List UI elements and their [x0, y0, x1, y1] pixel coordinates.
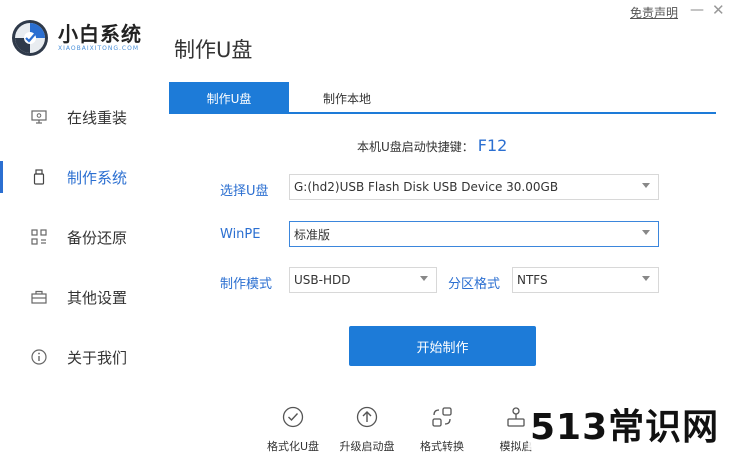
usb-select-label: 选择U盘	[220, 184, 269, 199]
usb-select-value: G:(hd2)USB Flash Disk USB Device 30.00GB	[294, 180, 559, 194]
brand-subtitle: XIAOBAIXITONG.COM	[58, 45, 139, 52]
disclaimer-link[interactable]: 免责声明	[630, 4, 678, 21]
tab-bar: 制作U盘 制作本地	[169, 82, 716, 114]
hotkey-key: F12	[477, 136, 508, 155]
winpe-select-value: 标准版	[294, 227, 331, 242]
usb-select[interactable]: G:(hd2)USB Flash Disk USB Device 30.00GB	[289, 174, 659, 200]
backup-grid-icon	[30, 228, 48, 246]
upgrade-bootdisk-tool[interactable]: 升级启动盘	[332, 406, 402, 454]
partition-label: 分区格式	[448, 277, 501, 292]
brand-name: 小白系统	[58, 22, 142, 46]
winpe-select[interactable]: 标准版	[289, 221, 659, 247]
tool-label: 升级启动盘	[339, 440, 395, 453]
partition-select[interactable]: NTFS	[512, 267, 659, 293]
tool-label: 格式化U盘	[266, 440, 320, 453]
check-circle-icon	[282, 406, 304, 428]
sidebar-item-label: 制作系统	[67, 168, 128, 187]
minimize-button[interactable]: —	[690, 2, 704, 18]
convert-icon	[432, 407, 452, 427]
tool-label: 格式转换	[420, 440, 464, 453]
hotkey-info: 本机U盘启动快捷键： F12	[357, 136, 507, 155]
partition-select-value: NTFS	[517, 273, 548, 287]
chevron-down-icon	[420, 276, 428, 281]
toolbox-icon	[30, 288, 48, 306]
mode-label: 制作模式	[220, 277, 273, 292]
chevron-down-icon	[642, 183, 650, 188]
winpe-label: WinPE	[220, 227, 261, 242]
sidebar-item-backup-restore[interactable]: 备份还原	[0, 217, 170, 257]
hotkey-text: 本机U盘启动快捷键：	[357, 140, 474, 154]
page-title: 制作U盘	[174, 38, 253, 62]
sidebar-item-online-reinstall[interactable]: 在线重装	[0, 97, 170, 137]
sidebar-item-label: 备份还原	[67, 228, 128, 247]
mode-select[interactable]: USB-HDD	[289, 267, 437, 293]
app-logo-icon	[12, 20, 48, 56]
info-icon	[30, 348, 48, 366]
sidebar-item-label: 关于我们	[67, 348, 128, 367]
chevron-down-icon	[642, 276, 650, 281]
upgrade-arrow-icon	[356, 406, 378, 428]
sidebar-item-about-us[interactable]: 关于我们	[0, 337, 170, 377]
simulate-icon	[507, 407, 525, 427]
sidebar-item-label: 在线重装	[67, 108, 128, 127]
format-usb-tool[interactable]: 格式化U盘	[258, 406, 328, 454]
tab-make-usb[interactable]: 制作U盘	[169, 82, 289, 114]
close-button[interactable]: ✕	[712, 1, 725, 19]
sidebar-item-label: 其他设置	[67, 288, 128, 307]
monitor-icon	[30, 108, 48, 126]
mode-select-value: USB-HDD	[294, 273, 351, 287]
watermark: 513常识网	[528, 406, 722, 450]
tab-make-local[interactable]: 制作本地	[302, 82, 392, 114]
chevron-down-icon	[642, 230, 650, 235]
start-making-button[interactable]: 开始制作	[349, 326, 536, 366]
usb-drive-icon	[30, 168, 48, 186]
sidebar-item-other-settings[interactable]: 其他设置	[0, 277, 170, 317]
sidebar-item-make-system[interactable]: 制作系统	[0, 157, 170, 197]
format-convert-tool[interactable]: 格式转换	[407, 406, 477, 454]
